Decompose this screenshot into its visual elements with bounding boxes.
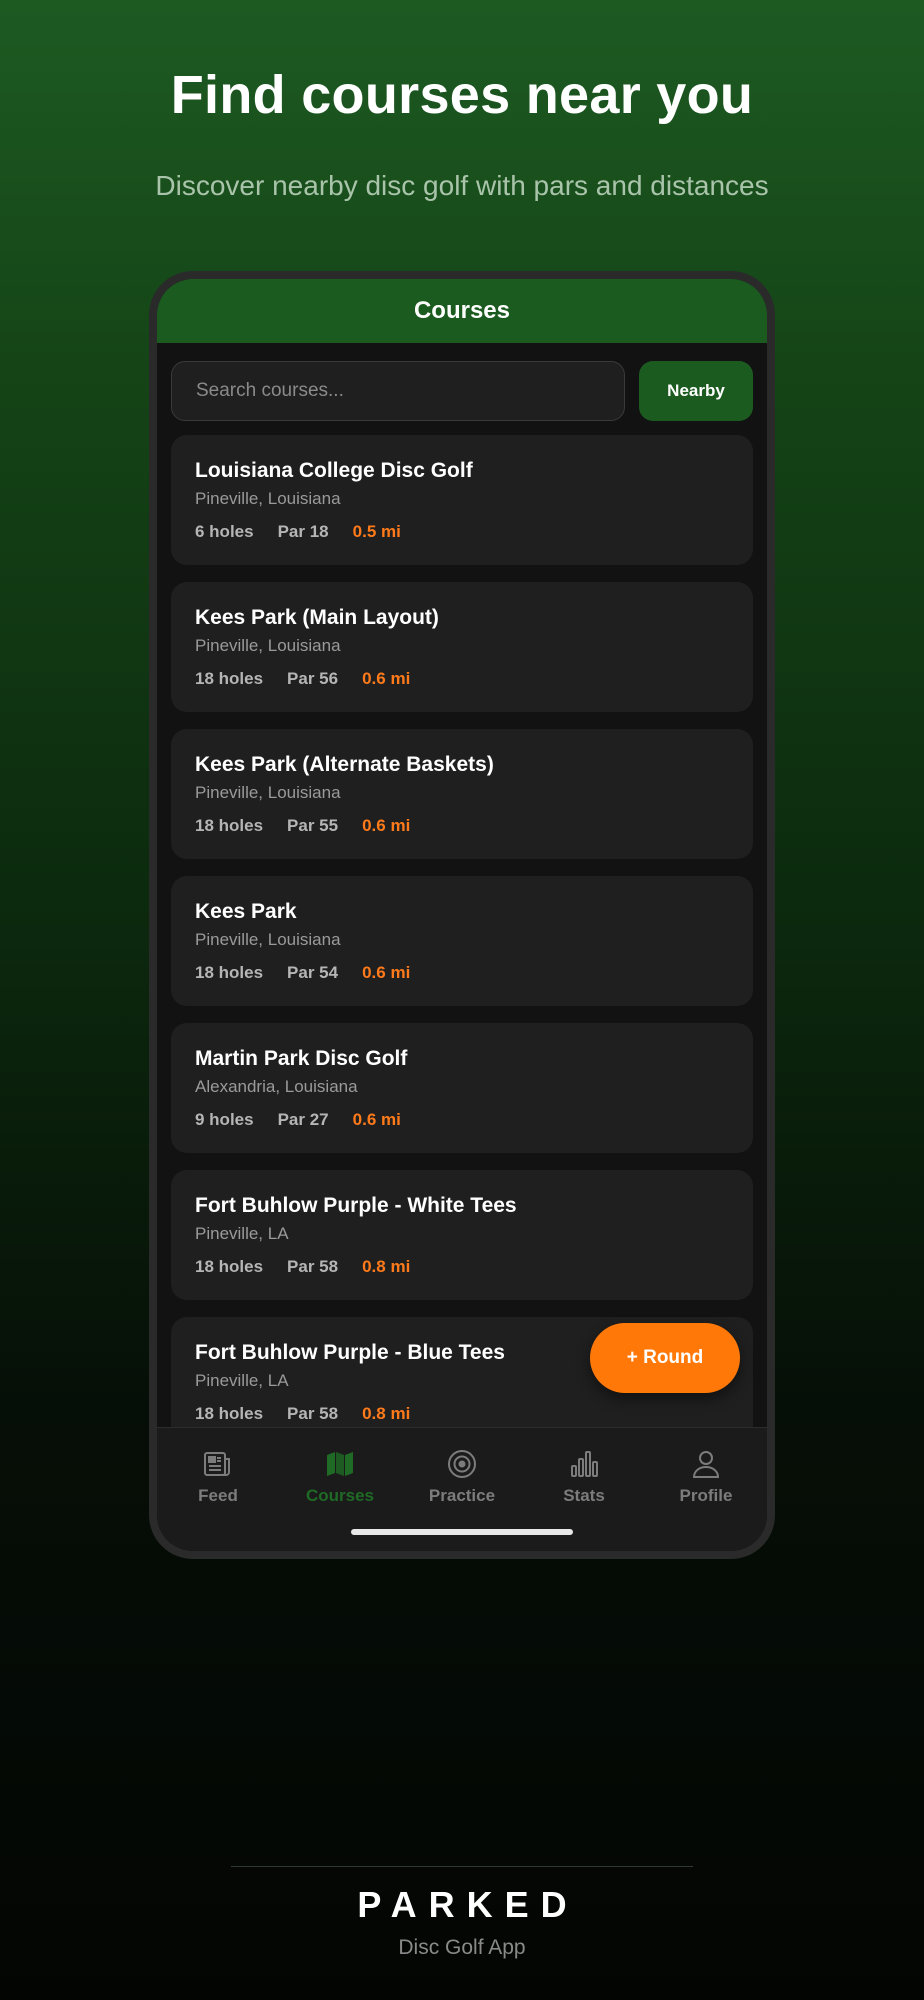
footer-divider <box>231 1866 693 1867</box>
add-round-button[interactable]: + Round <box>590 1323 740 1393</box>
course-distance: 0.8 mi <box>362 1404 411 1423</box>
course-meta: 18 holes Par 54 0.6 mi <box>195 961 729 985</box>
course-location: Pineville, LA <box>195 1224 289 1243</box>
course-distance: 0.6 mi <box>362 963 411 982</box>
course-location: Alexandria, Louisiana <box>195 1077 358 1096</box>
course-distance: 0.5 mi <box>352 522 401 541</box>
course-card[interactable]: Kees Park Pineville, Louisiana 18 holes … <box>171 876 753 1006</box>
course-distance: 0.6 mi <box>352 1110 401 1129</box>
course-card[interactable]: Kees Park (Main Layout) Pineville, Louis… <box>171 582 753 712</box>
course-par: Par 58 <box>287 1404 339 1423</box>
course-card[interactable]: Louisiana College Disc Golf Pineville, L… <box>171 435 753 565</box>
tab-courses[interactable]: Courses <box>279 1448 401 1512</box>
course-card[interactable]: Fort Buhlow Purple - White Tees Pinevill… <box>171 1170 753 1300</box>
course-meta: 18 holes Par 58 0.8 mi <box>195 1255 729 1279</box>
tab-profile[interactable]: Profile <box>645 1448 767 1512</box>
course-par: Par 18 <box>277 522 329 541</box>
marketing-subhead: Discover nearby disc golf with pars and … <box>155 170 769 201</box>
course-name: Martin Park Disc Golf <box>195 1047 408 1070</box>
phone-frame: Courses Nearby Louisiana College Disc Go… <box>149 271 775 1559</box>
newspaper-icon <box>204 1452 230 1476</box>
course-name: Fort Buhlow Purple - White Tees <box>195 1194 517 1217</box>
tab-practice[interactable]: Practice <box>401 1448 523 1512</box>
search-row: Nearby <box>171 361 753 421</box>
course-holes: 18 holes <box>195 669 264 688</box>
user-icon <box>692 1451 720 1478</box>
page-title: Courses <box>413 297 511 324</box>
nearby-button[interactable]: Nearby <box>639 361 753 421</box>
course-distance: 0.6 mi <box>362 816 411 835</box>
course-meta: 6 holes Par 18 0.5 mi <box>195 520 729 544</box>
course-location: Pineville, Louisiana <box>195 636 341 655</box>
map-icon <box>327 1452 353 1476</box>
course-distance: 0.8 mi <box>362 1257 411 1276</box>
brand-tagline: Disc Golf App <box>398 1936 526 1959</box>
course-holes: 18 holes <box>195 816 264 835</box>
course-par: Par 54 <box>287 963 339 982</box>
search-input[interactable] <box>171 361 625 421</box>
tab-label: Profile <box>679 1486 733 1505</box>
course-location: Pineville, Louisiana <box>195 783 341 802</box>
course-card[interactable]: Kees Park (Alternate Baskets) Pineville,… <box>171 729 753 859</box>
course-par: Par 27 <box>277 1110 329 1129</box>
course-holes: 18 holes <box>195 1404 264 1423</box>
target-icon <box>448 1450 476 1478</box>
course-par: Par 56 <box>287 669 339 688</box>
course-location: Pineville, Louisiana <box>195 489 341 508</box>
tab-label: Feed <box>198 1486 238 1505</box>
course-holes: 18 holes <box>195 1257 264 1276</box>
course-distance: 0.6 mi <box>362 669 411 688</box>
course-location: Pineville, Louisiana <box>195 930 341 949</box>
tab-stats[interactable]: Stats <box>523 1448 645 1512</box>
course-meta: 9 holes Par 27 0.6 mi <box>195 1108 729 1132</box>
course-holes: 9 holes <box>195 1110 254 1129</box>
home-indicator <box>351 1529 573 1535</box>
brand-logo: PARKED <box>357 1884 579 1925</box>
course-par: Par 55 <box>287 816 339 835</box>
tab-feed[interactable]: Feed <box>157 1448 279 1512</box>
course-card[interactable]: Martin Park Disc Golf Alexandria, Louisi… <box>171 1023 753 1153</box>
course-holes: 6 holes <box>195 522 254 541</box>
course-name: Kees Park (Main Layout) <box>195 606 439 629</box>
tab-label: Stats <box>563 1486 605 1505</box>
course-name: Kees Park (Alternate Baskets) <box>195 753 494 776</box>
app-header: Courses <box>157 279 767 343</box>
tab-bar: Feed Courses Practice Stats Profile <box>157 1427 767 1551</box>
course-name: Kees Park <box>195 900 297 923</box>
course-meta: 18 holes Par 58 0.8 mi <box>195 1402 729 1426</box>
course-meta: 18 holes Par 56 0.6 mi <box>195 667 729 691</box>
course-meta: 18 holes Par 55 0.6 mi <box>195 814 729 838</box>
tab-label: Practice <box>428 1486 496 1505</box>
tab-label: Courses <box>305 1486 375 1505</box>
course-holes: 18 holes <box>195 963 264 982</box>
app-screen: Courses Nearby Louisiana College Disc Go… <box>157 279 767 1551</box>
bar-chart-icon <box>571 1451 598 1477</box>
course-par: Par 58 <box>287 1257 339 1276</box>
course-name: Louisiana College Disc Golf <box>195 459 473 482</box>
course-list: Louisiana College Disc Golf Pineville, L… <box>171 435 753 1427</box>
marketing-headline: Find courses near you <box>170 65 754 125</box>
